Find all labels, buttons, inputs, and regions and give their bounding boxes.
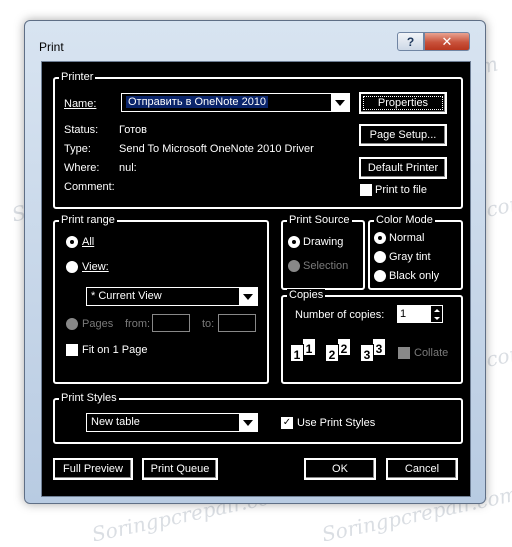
print-style-value: New table <box>91 416 140 428</box>
print-source-group: Print Source <box>281 214 365 290</box>
print-range-group-title: Print range <box>59 214 117 227</box>
black-only-label: Black only <box>389 270 440 282</box>
properties-button[interactable]: Properties <box>359 92 447 114</box>
view-label: View: <box>82 261 109 273</box>
full-preview-button[interactable]: Full Preview <box>53 458 133 480</box>
print-to-file-label: Print to file <box>375 184 427 196</box>
gray-tint-radio[interactable] <box>374 251 386 263</box>
printer-name-label: Name: <box>64 98 97 110</box>
printer-name-value: Отправить в OneNote 2010 <box>126 96 269 108</box>
black-only-radio[interactable] <box>374 270 386 282</box>
all-radio[interactable] <box>66 236 78 248</box>
print-styles-group-title: Print Styles <box>59 392 119 405</box>
default-printer-button[interactable]: Default Printer <box>359 157 447 179</box>
print-source-group-title: Print Source <box>287 214 352 227</box>
where-label: Where: <box>64 162 100 174</box>
color-mode-group-title: Color Mode <box>374 214 435 227</box>
status-label: Status: <box>64 124 99 136</box>
printer-name-select[interactable]: Отправить в OneNote 2010 <box>121 93 350 112</box>
copies-value: 1 <box>400 308 407 320</box>
copies-stepper[interactable]: 1 <box>397 305 443 323</box>
drawing-label: Drawing <box>303 236 344 248</box>
use-print-styles-label: Use Print Styles <box>297 417 376 429</box>
chevron-down-icon <box>331 94 349 111</box>
selection-radio[interactable] <box>288 260 300 272</box>
chevron-down-icon <box>239 414 257 431</box>
view-radio[interactable] <box>66 261 78 273</box>
normal-radio[interactable] <box>374 232 386 244</box>
printer-group-title: Printer <box>59 71 96 84</box>
help-icon: ? <box>406 34 415 49</box>
cancel-button[interactable]: Cancel <box>386 458 458 480</box>
fit-on-page-label: Fit on 1 Page <box>82 344 148 356</box>
close-button[interactable]: ✕ <box>424 32 470 51</box>
normal-label: Normal <box>389 232 425 244</box>
pages-radio[interactable] <box>66 318 78 330</box>
print-dialog: Print ? ✕ Printer Name: Отправить в OneN… <box>24 20 486 504</box>
ok-button[interactable]: OK <box>304 458 376 480</box>
page-setup-button[interactable]: Page Setup... <box>359 124 447 146</box>
window-title: Print <box>39 40 64 54</box>
from-field[interactable] <box>152 314 190 332</box>
all-label: All <box>82 236 95 248</box>
from-label: from: <box>125 318 151 330</box>
view-value: * Current View <box>91 290 162 302</box>
where-value: nul: <box>119 162 137 174</box>
pages-label: Pages <box>82 318 114 330</box>
view-select[interactable]: * Current View <box>86 287 258 306</box>
print-style-select[interactable]: New table <box>86 413 258 432</box>
close-icon: ✕ <box>441 33 453 49</box>
number-of-copies-label: Number of copies: <box>295 309 385 321</box>
selection-label: Selection <box>303 260 349 272</box>
fit-on-page-checkbox[interactable] <box>66 344 78 356</box>
collate-label: Collate <box>414 347 449 359</box>
collate-pages-icon: 3 3 <box>360 338 392 364</box>
to-label: to: <box>202 318 215 330</box>
gray-tint-label: Gray tint <box>389 251 431 263</box>
to-field[interactable] <box>218 314 256 332</box>
status-value: Готов <box>119 124 147 136</box>
dialog-client-area: Printer Name: Отправить в OneNote 2010 P… <box>41 61 471 497</box>
collate-checkbox[interactable] <box>398 347 410 359</box>
print-to-file-checkbox[interactable] <box>360 184 372 196</box>
copies-group-title: Copies <box>287 289 326 302</box>
chevron-down-icon <box>239 288 257 305</box>
use-print-styles-checkbox[interactable]: ✓ <box>281 417 293 429</box>
collate-pages-icon: 1 1 <box>290 338 322 364</box>
type-label: Type: <box>64 143 91 155</box>
drawing-radio[interactable] <box>288 236 300 248</box>
collate-pages-icon: 2 2 <box>325 338 357 364</box>
help-button[interactable]: ? <box>397 32 424 51</box>
type-value: Send To Microsoft OneNote 2010 Driver <box>119 143 314 155</box>
print-queue-button[interactable]: Print Queue <box>142 458 218 480</box>
spin-arrows-icon[interactable] <box>430 306 442 322</box>
comment-label: Comment: <box>64 181 115 193</box>
